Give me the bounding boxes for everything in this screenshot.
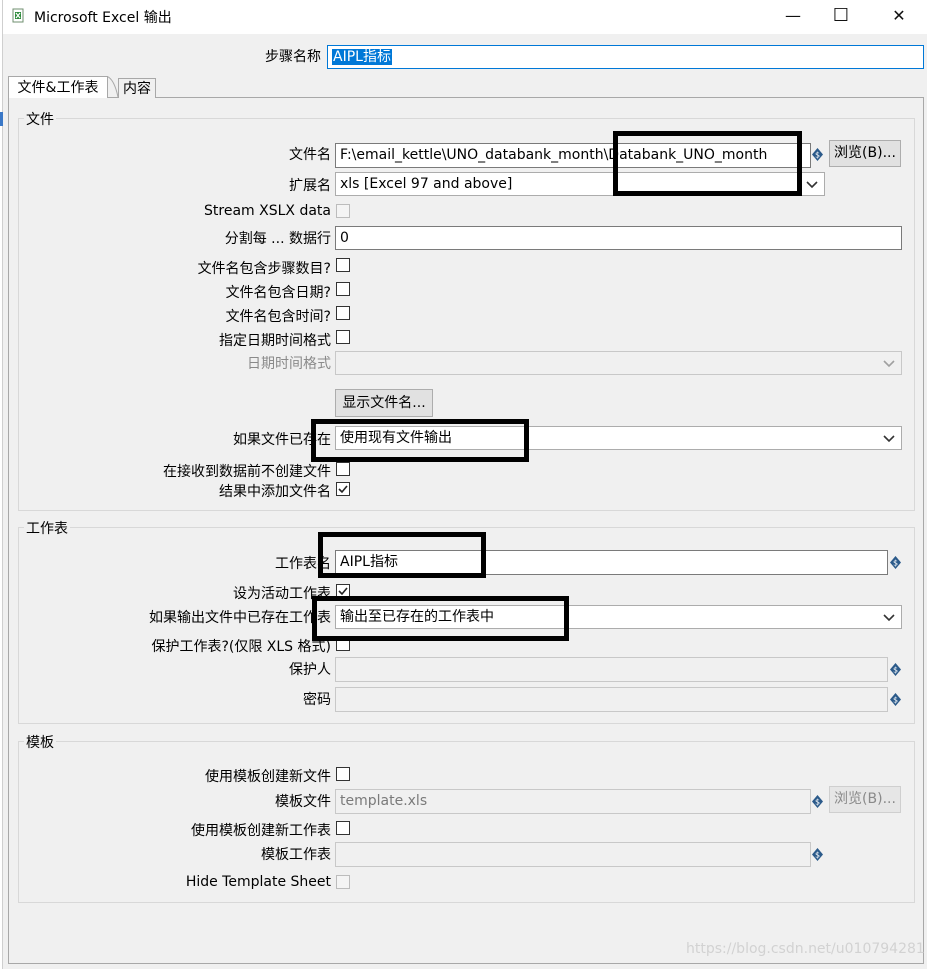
svg-text:$: $ [815, 151, 820, 160]
protect-sheet-label: 保护工作表?(仅限 XLS 格式) [151, 639, 331, 655]
split-every-label: 分割每 ... 数据行 [224, 231, 331, 247]
tab-content[interactable]: 内容 [118, 78, 156, 98]
no-create-label: 在接收到数据前不创建文件 [163, 464, 331, 480]
use-template-sheet-label: 使用模板创建新工作表 [191, 823, 331, 839]
variable-icon: $ [812, 148, 823, 161]
chevron-down-icon [883, 614, 895, 622]
template-group [18, 741, 915, 903]
specify-format-checkbox[interactable] [336, 330, 350, 344]
password-input[interactable] [335, 687, 888, 712]
hide-template-label: Hide Template Sheet [185, 874, 331, 890]
highlight-box-if-file-exists [311, 419, 529, 462]
extension-label: 扩展名 [289, 178, 331, 194]
stream-xslx-checkbox[interactable] [336, 204, 350, 218]
svg-text:$: $ [893, 666, 898, 675]
include-time-label: 文件名包含时间? [225, 309, 331, 325]
password-label: 密码 [303, 692, 331, 708]
checkmark-icon [338, 485, 348, 494]
svg-text:$: $ [815, 851, 820, 860]
step-name-input[interactable]: AIPL指标 [327, 45, 924, 69]
split-every-input[interactable]: 0 [335, 226, 902, 250]
if-sheet-exists-label: 如果输出文件中已存在工作表 [149, 610, 331, 626]
variable-icon: $ [890, 693, 901, 706]
date-format-label: 日期时间格式 [247, 356, 331, 372]
use-template-checkbox[interactable] [336, 767, 350, 781]
chevron-down-icon [883, 360, 895, 368]
template-sheet-label: 模板工作表 [261, 847, 331, 863]
svg-text:$: $ [893, 696, 898, 705]
include-date-label: 文件名包含日期? [225, 285, 331, 301]
template-file-label: 模板文件 [275, 794, 331, 810]
add-to-result-label: 结果中添加文件名 [219, 484, 331, 500]
variable-icon: $ [812, 848, 823, 861]
template-browse-button[interactable]: 浏览(B)... [829, 786, 901, 813]
variable-icon: $ [890, 663, 901, 676]
template-sheet-input[interactable] [335, 842, 811, 867]
maximize-button[interactable]: ☐ [818, 0, 864, 32]
date-format-select[interactable] [335, 351, 902, 375]
file-group-legend: 文件 [24, 109, 56, 129]
protected-by-label: 保护人 [289, 662, 331, 678]
chevron-down-icon [883, 435, 895, 443]
template-file-input[interactable]: template.xls [335, 789, 811, 814]
no-create-checkbox[interactable] [336, 462, 350, 476]
highlight-box-if-sheet-exists [312, 596, 569, 641]
browse-button[interactable]: 浏览(B)... [829, 140, 901, 167]
show-filenames-button[interactable]: 显示文件名... [335, 389, 433, 417]
left-edge-strip [0, 0, 3, 969]
variable-icon: $ [812, 795, 823, 808]
spoon-step-icon [12, 8, 24, 23]
chevron-down-icon [806, 181, 818, 189]
specify-format-label: 指定日期时间格式 [219, 333, 331, 349]
watermark-text: https://blog.csdn.net/u010794281 [686, 941, 925, 957]
filename-label: 文件名 [289, 147, 331, 163]
hide-template-checkbox[interactable] [336, 875, 350, 889]
tab-curve [106, 76, 119, 98]
sheet-group-legend: 工作表 [24, 518, 70, 538]
include-stepnr-checkbox[interactable] [336, 258, 350, 272]
use-template-sheet-checkbox[interactable] [336, 821, 350, 835]
extension-value: xls [Excel 97 and above] [340, 176, 513, 192]
use-template-label: 使用模板创建新文件 [205, 769, 331, 785]
include-time-checkbox[interactable] [336, 306, 350, 320]
variable-icon: $ [890, 556, 901, 569]
include-stepnr-label: 文件名包含步骤数目? [197, 261, 331, 277]
highlight-box-sheet-name [318, 532, 486, 578]
svg-text:$: $ [893, 559, 898, 568]
tab-file-sheet[interactable]: 文件&工作表 [8, 76, 108, 98]
svg-text:$: $ [815, 798, 820, 807]
step-name-value: AIPL指标 [332, 49, 392, 65]
template-group-legend: 模板 [24, 732, 56, 752]
include-date-checkbox[interactable] [336, 282, 350, 296]
stream-xslx-label: Stream XSLX data [204, 203, 331, 219]
close-button[interactable]: ✕ [876, 0, 922, 32]
minimize-button[interactable]: — [770, 0, 816, 32]
left-edge-marker [0, 112, 3, 126]
highlight-box-filename [613, 131, 802, 196]
protected-by-input[interactable] [335, 657, 888, 682]
window-title: Microsoft Excel 输出 [34, 10, 172, 26]
add-to-result-checkbox[interactable] [336, 482, 350, 496]
step-name-label: 步骤名称 [265, 49, 321, 65]
